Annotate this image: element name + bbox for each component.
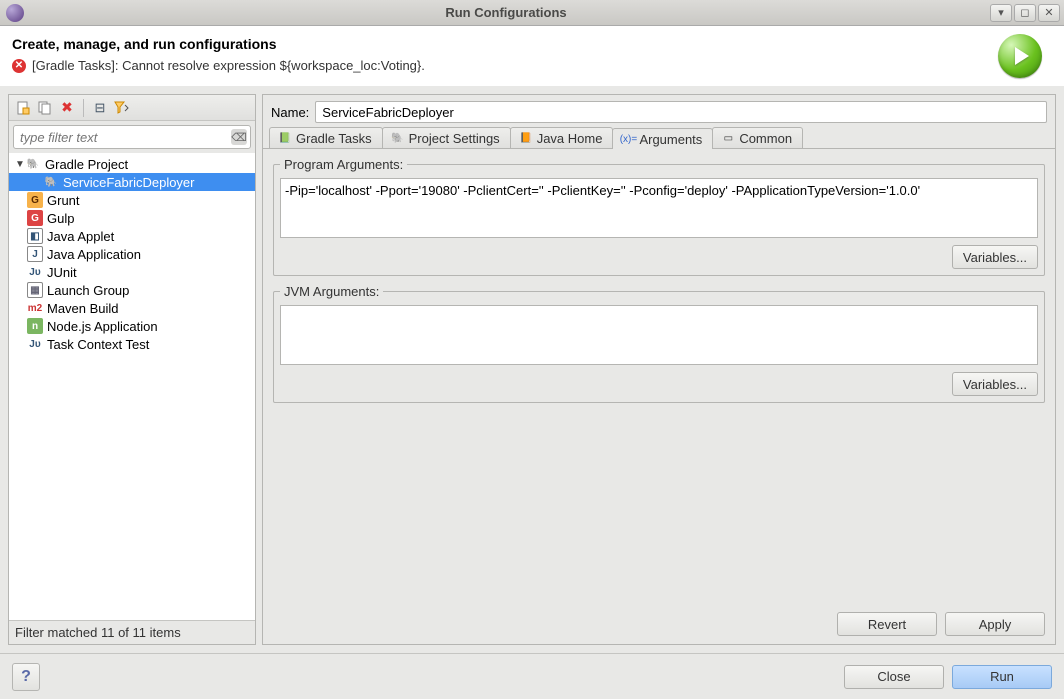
revert-apply-row: Revert Apply: [263, 604, 1055, 644]
tab-common[interactable]: ▭ Common: [712, 127, 803, 148]
tree-item-label: Node.js Application: [47, 319, 158, 334]
tab-label: Java Home: [537, 131, 603, 146]
launch-group-icon: ▦: [27, 282, 43, 298]
duplicate-config-icon[interactable]: [37, 100, 53, 116]
tree-item-label: Launch Group: [47, 283, 129, 298]
tab-java-home[interactable]: 📙 Java Home: [510, 127, 614, 148]
minimize-button[interactable]: ▾: [990, 4, 1012, 22]
jvm-args-variables-button[interactable]: Variables...: [952, 372, 1038, 396]
tab-project-settings[interactable]: 🐘 Project Settings: [382, 127, 511, 148]
maven-icon: m2: [27, 300, 43, 316]
tab-label: Project Settings: [409, 131, 500, 146]
program-arguments-group: Program Arguments: Variables...: [273, 157, 1045, 276]
toolbar-separator: [83, 99, 84, 117]
java-app-icon: J: [27, 246, 43, 262]
gradle-icon: 🐘: [391, 132, 405, 146]
filter-input[interactable]: [13, 125, 251, 149]
tab-gradle-tasks[interactable]: 📗 Gradle Tasks: [269, 127, 383, 148]
help-button[interactable]: ?: [12, 663, 40, 691]
program-args-variables-button[interactable]: Variables...: [952, 245, 1038, 269]
tree-item-label: Maven Build: [47, 301, 119, 316]
header-heading: Create, manage, and run configurations: [12, 36, 998, 52]
tree-item-nodejs[interactable]: n Node.js Application: [9, 317, 255, 335]
window-title: Run Configurations: [24, 5, 988, 20]
filter-menu-icon[interactable]: [114, 100, 130, 116]
window-buttons: ▾ ◻ ✕: [988, 4, 1060, 22]
grunt-icon: G: [27, 192, 43, 208]
config-tree[interactable]: ▼ 🐘 Gradle Project 🐘 ServiceFabricDeploy…: [9, 153, 255, 620]
tree-item-label: ServiceFabricDeployer: [63, 175, 195, 190]
tree-item-label: Java Applet: [47, 229, 114, 244]
java-home-icon: 📙: [519, 132, 533, 146]
nodejs-icon: n: [27, 318, 43, 334]
run-button[interactable]: Run: [952, 665, 1052, 689]
name-label: Name:: [271, 105, 309, 120]
config-editor-panel: Name: 📗 Gradle Tasks 🐘 Project Settings 📙 J…: [262, 94, 1056, 645]
tree-item-java-application[interactable]: J Java Application: [9, 245, 255, 263]
error-row: ✕ [Gradle Tasks]: Cannot resolve express…: [12, 58, 998, 73]
tree-item-label: Java Application: [47, 247, 141, 262]
filter-box: ⌫: [13, 125, 251, 149]
tree-toolbar: ✖ ⊟: [9, 95, 255, 121]
main-area: ✖ ⊟ ⌫ ▼ 🐘 Gradle Project 🐘 ServiceFabric…: [0, 86, 1064, 653]
apply-button[interactable]: Apply: [945, 612, 1045, 636]
arguments-icon: (x)=: [621, 133, 635, 147]
collapse-all-icon[interactable]: ⊟: [92, 100, 108, 116]
new-config-icon[interactable]: [15, 100, 31, 116]
tab-label: Arguments: [639, 132, 702, 147]
tab-bar: 📗 Gradle Tasks 🐘 Project Settings 📙 Java Ho…: [263, 127, 1055, 149]
gradle-icon: 🐘: [43, 174, 59, 190]
clear-filter-icon[interactable]: ⌫: [231, 129, 247, 145]
name-input[interactable]: [315, 101, 1047, 123]
tree-item-label: Grunt: [47, 193, 80, 208]
delete-config-icon[interactable]: ✖: [59, 100, 75, 116]
tree-item-label: Gulp: [47, 211, 74, 226]
dialog-footer: ? Close Run: [0, 653, 1064, 699]
title-bar: Run Configurations ▾ ◻ ✕: [0, 0, 1064, 26]
task-context-icon: Jᴜ: [27, 336, 43, 352]
tree-item-gulp[interactable]: G Gulp: [9, 209, 255, 227]
tree-item-label: JUnit: [47, 265, 77, 280]
tab-label: Common: [739, 131, 792, 146]
error-text: [Gradle Tasks]: Cannot resolve expressio…: [32, 58, 425, 73]
junit-icon: Jᴜ: [27, 264, 43, 280]
tree-item-java-applet[interactable]: ◧ Java Applet: [9, 227, 255, 245]
tree-item-label: Task Context Test: [47, 337, 149, 352]
jvm-args-input[interactable]: [280, 305, 1038, 365]
revert-button[interactable]: Revert: [837, 612, 937, 636]
config-tree-panel: ✖ ⊟ ⌫ ▼ 🐘 Gradle Project 🐘 ServiceFabric…: [8, 94, 256, 645]
tree-item-launch-group[interactable]: ▦ Launch Group: [9, 281, 255, 299]
dialog-header: Create, manage, and run configurations ✕…: [0, 26, 1064, 86]
jvm-args-legend: JVM Arguments:: [280, 284, 383, 299]
common-icon: ▭: [721, 132, 735, 146]
gulp-icon: G: [27, 210, 43, 226]
program-args-legend: Program Arguments:: [280, 157, 407, 172]
tree-status: Filter matched 11 of 11 items: [9, 620, 255, 644]
close-window-button[interactable]: ✕: [1038, 4, 1060, 22]
tree-item-gradle-project[interactable]: ▼ 🐘 Gradle Project: [9, 155, 255, 173]
tree-item-junit[interactable]: Jᴜ JUnit: [9, 263, 255, 281]
error-icon: ✕: [12, 59, 26, 73]
gradle-tasks-icon: 📗: [278, 132, 292, 146]
tree-item-maven-build[interactable]: m2 Maven Build: [9, 299, 255, 317]
program-args-input[interactable]: [280, 178, 1038, 238]
maximize-button[interactable]: ◻: [1014, 4, 1036, 22]
gradle-icon: 🐘: [25, 156, 41, 172]
tab-arguments[interactable]: (x)= Arguments: [612, 128, 713, 149]
tree-item-label: Gradle Project: [45, 157, 128, 172]
tree-item-grunt[interactable]: G Grunt: [9, 191, 255, 209]
jvm-arguments-group: JVM Arguments: Variables...: [273, 284, 1045, 403]
run-orb-icon: [998, 34, 1042, 78]
tab-label: Gradle Tasks: [296, 131, 372, 146]
tree-item-task-context-test[interactable]: Jᴜ Task Context Test: [9, 335, 255, 353]
name-row: Name:: [263, 95, 1055, 127]
app-icon: [6, 4, 24, 22]
java-applet-icon: ◧: [27, 228, 43, 244]
tab-body-arguments: Program Arguments: Variables... JVM Argu…: [263, 149, 1055, 604]
tree-item-servicefabricdeployer[interactable]: 🐘 ServiceFabricDeployer: [9, 173, 255, 191]
expand-arrow-icon[interactable]: ▼: [15, 159, 25, 170]
close-button[interactable]: Close: [844, 665, 944, 689]
